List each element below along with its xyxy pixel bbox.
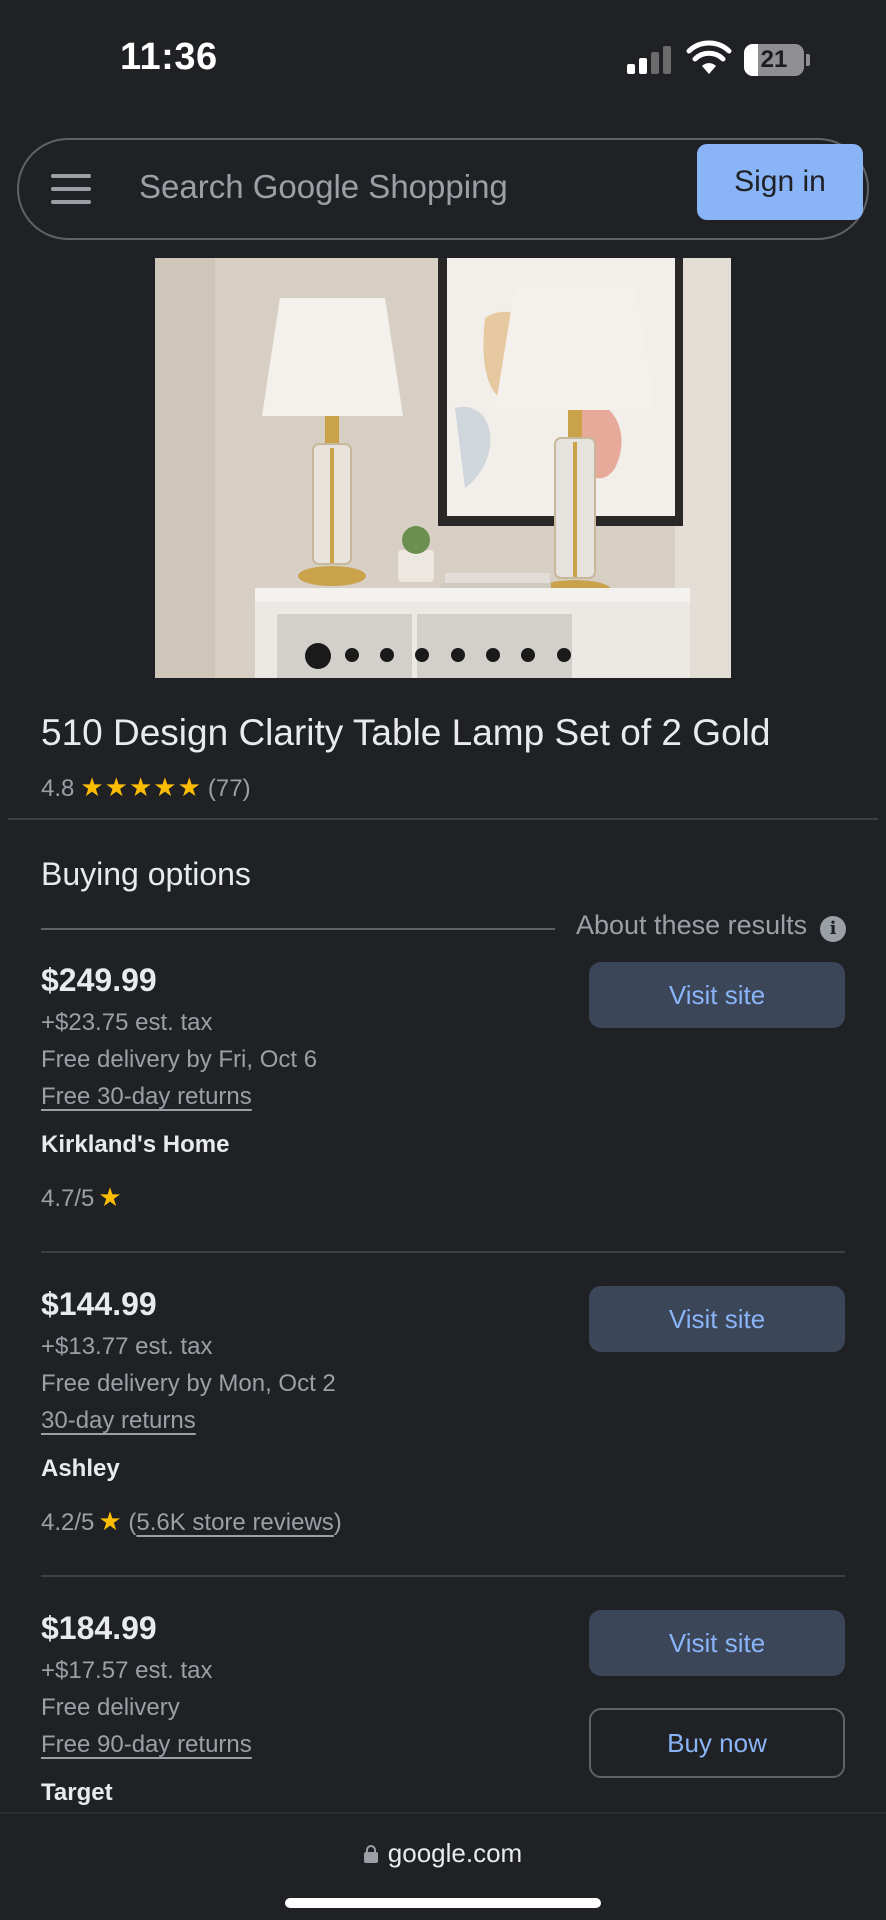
- star-icon: ★: [98, 1182, 122, 1212]
- store-reviews-link[interactable]: 5.6K store reviews: [136, 1509, 333, 1536]
- product-title: 510 Design Clarity Table Lamp Set of 2 G…: [41, 712, 771, 753]
- product-image[interactable]: [155, 258, 731, 678]
- offer-returns[interactable]: 30-day returns: [41, 1402, 845, 1439]
- cellular-signal-icon: [627, 44, 675, 74]
- battery-nub: [806, 54, 810, 66]
- about-results-link[interactable]: About these results: [576, 910, 807, 941]
- rating-stars-icon: ★★★★★: [80, 772, 202, 802]
- carousel-dot[interactable]: [451, 648, 465, 662]
- divider: [41, 928, 555, 930]
- seller-name[interactable]: Kirkland's Home: [41, 1123, 845, 1167]
- url-display[interactable]: google.com: [0, 1838, 886, 1869]
- review-count: (77): [207, 775, 251, 802]
- status-bar: 11:36 21: [0, 0, 886, 120]
- url-text: google.com: [387, 1838, 523, 1868]
- seller-rating: 4.2/5 ★ (5.6K store reviews): [41, 1506, 342, 1536]
- image-carousel-dots: [155, 258, 731, 678]
- hamburger-menu-icon[interactable]: [51, 174, 91, 204]
- returns-link[interactable]: 30-day returns: [41, 1407, 196, 1434]
- offer-card: $184.99 +$17.57 est. tax Free delivery F…: [41, 1610, 845, 1815]
- offer-card: $249.99 +$23.75 est. tax Free delivery b…: [41, 962, 845, 1217]
- carousel-dot[interactable]: [380, 648, 394, 662]
- product-rating[interactable]: 4.8 ★★★★★ (77): [41, 772, 251, 802]
- carousel-dot[interactable]: [305, 643, 331, 669]
- carousel-dot[interactable]: [486, 648, 500, 662]
- offer-card: $144.99 +$13.77 est. tax Free delivery b…: [41, 1286, 845, 1541]
- divider: [41, 1251, 845, 1253]
- buy-now-button[interactable]: Buy now: [589, 1708, 845, 1778]
- search-bar[interactable]: Search Google Shopping Sign in: [17, 138, 869, 240]
- offer-delivery: Free delivery by Mon, Oct 2: [41, 1370, 336, 1397]
- star-icon: ★: [98, 1506, 122, 1536]
- buying-options-heading: Buying options: [41, 856, 251, 892]
- divider: [8, 818, 878, 820]
- seller-rating-value: 4.7/5: [41, 1185, 95, 1212]
- divider: [41, 1575, 845, 1577]
- home-indicator[interactable]: [285, 1898, 601, 1908]
- returns-link[interactable]: Free 90-day returns: [41, 1731, 252, 1758]
- carousel-dot[interactable]: [521, 648, 535, 662]
- battery-icon: 21: [744, 44, 804, 76]
- seller-rating-value: 4.2/5: [41, 1509, 95, 1536]
- carousel-dot[interactable]: [557, 648, 571, 662]
- visit-site-button[interactable]: Visit site: [589, 1286, 845, 1352]
- info-icon[interactable]: i: [820, 916, 846, 942]
- visit-site-button[interactable]: Visit site: [589, 962, 845, 1028]
- offer-returns[interactable]: Free 30-day returns: [41, 1078, 845, 1115]
- seller-name[interactable]: Ashley: [41, 1447, 845, 1491]
- browser-url-bar[interactable]: google.com: [0, 1812, 886, 1920]
- visit-site-button[interactable]: Visit site: [589, 1610, 845, 1676]
- sign-in-button[interactable]: Sign in: [697, 144, 863, 220]
- seller-rating: 4.7/5 ★: [41, 1177, 845, 1217]
- clock: 11:36: [120, 36, 218, 78]
- offer-delivery: Free delivery by Fri, Oct 6: [41, 1046, 318, 1073]
- rating-value: 4.8: [41, 775, 75, 802]
- carousel-dot[interactable]: [345, 648, 359, 662]
- lock-icon: [363, 1845, 378, 1863]
- returns-link[interactable]: Free 30-day returns: [41, 1083, 252, 1110]
- carousel-dot[interactable]: [415, 648, 429, 662]
- battery-level: 21: [760, 46, 788, 73]
- search-input[interactable]: Search Google Shopping: [139, 168, 508, 206]
- wifi-icon: [686, 40, 732, 74]
